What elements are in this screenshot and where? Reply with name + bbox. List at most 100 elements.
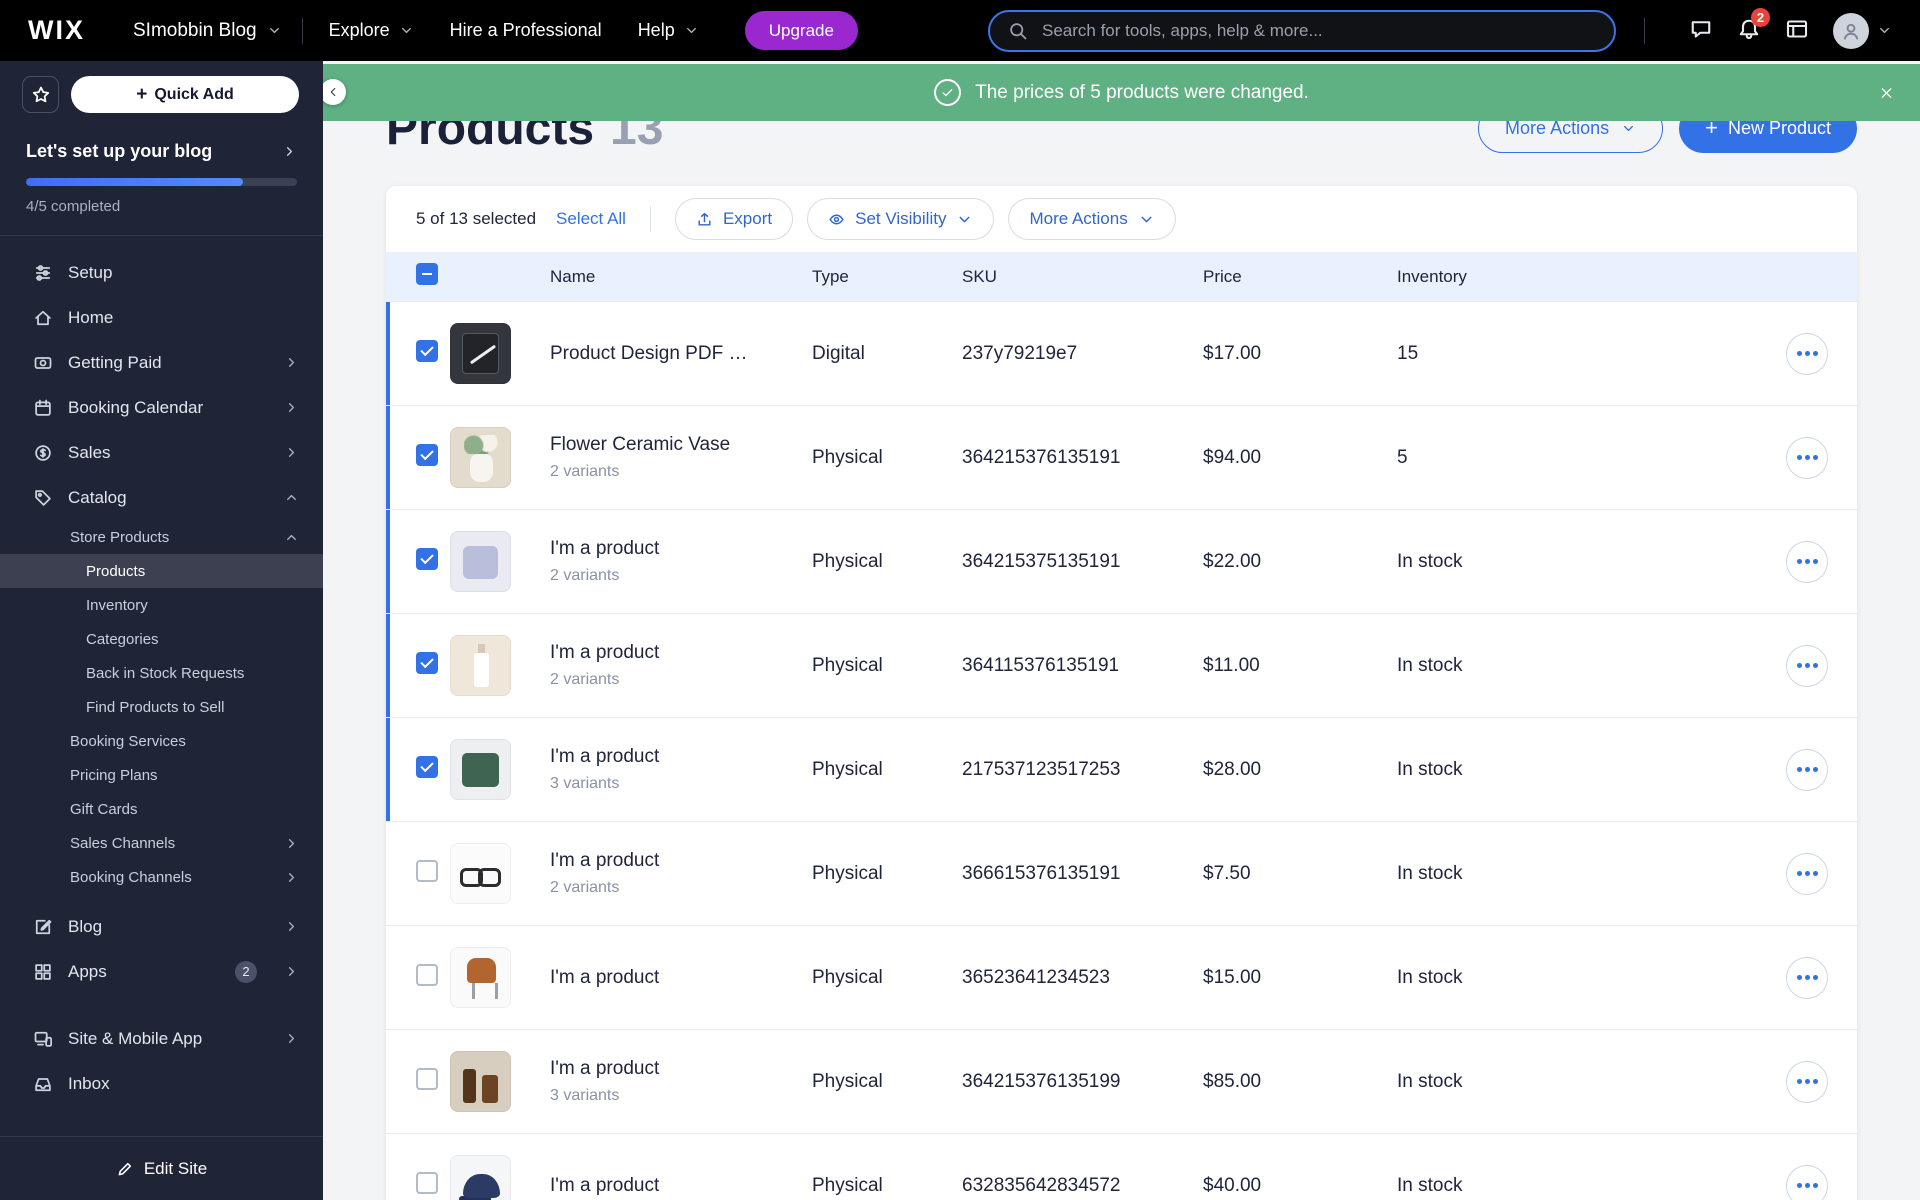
row-actions-button[interactable] bbox=[1786, 332, 1828, 375]
row-actions-button[interactable] bbox=[1786, 436, 1828, 479]
sidebar-item-label: Booking Services bbox=[70, 732, 186, 750]
edit-site-button[interactable]: Edit Site bbox=[110, 1158, 213, 1180]
topbar-nav-hire-a-professional[interactable]: Hire a Professional bbox=[450, 20, 602, 41]
row-checkbox[interactable] bbox=[416, 756, 438, 778]
table-row[interactable]: Product Design PDF … Digital 237y79219e7 $1… bbox=[386, 301, 1857, 405]
sidebar-item-label: Pricing Plans bbox=[70, 766, 158, 784]
row-actions-button[interactable] bbox=[1786, 644, 1828, 687]
chev-up-icon bbox=[284, 530, 299, 545]
row-actions-button[interactable] bbox=[1786, 1164, 1828, 1200]
column-header-name[interactable]: Name bbox=[550, 267, 812, 287]
inbox-icon bbox=[33, 1074, 53, 1094]
apps-icon bbox=[33, 962, 53, 982]
toolbar-more-actions-button[interactable]: More Actions bbox=[1008, 198, 1176, 240]
sidebar-item-setup[interactable]: Setup bbox=[0, 250, 323, 295]
eye-icon bbox=[828, 211, 845, 228]
row-checkbox[interactable] bbox=[416, 444, 438, 466]
select-all-checkbox[interactable] bbox=[416, 263, 438, 285]
row-checkbox[interactable] bbox=[416, 548, 438, 570]
sidebar-item-label: Setup bbox=[68, 262, 113, 282]
sidebar-item-label: Back in Stock Requests bbox=[86, 664, 245, 682]
column-header-price[interactable]: Price bbox=[1203, 267, 1397, 287]
quick-add-button[interactable]: + Quick Add bbox=[71, 76, 299, 113]
wix-logo[interactable]: WIX bbox=[28, 15, 85, 46]
row-checkbox[interactable] bbox=[416, 964, 438, 986]
select-all-link[interactable]: Select All bbox=[556, 209, 626, 229]
row-checkbox[interactable] bbox=[416, 860, 438, 882]
table-row[interactable]: I'm a product 2 variants Physical 364215375… bbox=[386, 509, 1857, 613]
table-row[interactable]: I'm a product Physical 36523641234523 $15.0… bbox=[386, 925, 1857, 1029]
product-name: I'm a product bbox=[550, 966, 660, 988]
star-icon bbox=[31, 85, 51, 105]
search-bar[interactable] bbox=[988, 9, 1616, 52]
upgrade-button[interactable]: Upgrade bbox=[744, 11, 858, 50]
product-price: $85.00 bbox=[1203, 1070, 1262, 1092]
product-sku: 237y79219e7 bbox=[962, 342, 1078, 364]
chev-down-icon bbox=[1877, 23, 1892, 38]
table-row[interactable]: Flower Ceramic Vase 2 variants Physical 364… bbox=[386, 405, 1857, 509]
chat-button[interactable] bbox=[1689, 17, 1713, 44]
panel-button[interactable] bbox=[1785, 17, 1809, 44]
sidebar-item-sales[interactable]: Sales bbox=[0, 430, 323, 475]
nav-item-label: Help bbox=[637, 20, 675, 40]
setup-checklist-card[interactable]: Let's set up your blog 4/5 completed bbox=[0, 113, 323, 215]
home-icon bbox=[33, 308, 53, 328]
topbar-nav-explore[interactable]: Explore bbox=[329, 20, 414, 41]
sidebar-item-gift-cards[interactable]: Gift Cards bbox=[0, 792, 323, 826]
sidebar-item-booking-services[interactable]: Booking Services bbox=[0, 724, 323, 758]
row-actions-button[interactable] bbox=[1786, 748, 1828, 791]
sidebar-item-products[interactable]: Products bbox=[0, 554, 323, 588]
sidebar-item-pricing-plans[interactable]: Pricing Plans bbox=[0, 758, 323, 792]
export-button[interactable]: Export bbox=[674, 198, 794, 240]
row-actions-button[interactable] bbox=[1786, 956, 1828, 999]
sidebar-item-home[interactable]: Home bbox=[0, 295, 323, 340]
search-input[interactable] bbox=[1040, 19, 1596, 42]
column-header-sku[interactable]: SKU bbox=[962, 267, 1203, 287]
row-checkbox[interactable] bbox=[416, 340, 438, 362]
sidebar-item-categories[interactable]: Categories bbox=[0, 622, 323, 656]
sidebar-item-inbox[interactable]: Inbox bbox=[0, 1061, 323, 1106]
row-actions-button[interactable] bbox=[1786, 852, 1828, 895]
banner-close-button[interactable] bbox=[1873, 79, 1900, 106]
table-row[interactable]: I'm a product 3 variants Physical 217537123… bbox=[386, 717, 1857, 821]
site-menu[interactable]: SImobbin Blog bbox=[133, 20, 282, 42]
table-row[interactable]: I'm a product 2 variants Physical 364115376… bbox=[386, 613, 1857, 717]
more-dots-icon bbox=[1804, 1079, 1810, 1084]
product-type: Physical bbox=[812, 966, 883, 988]
sidebar-item-booking-channels[interactable]: Booking Channels bbox=[0, 860, 323, 894]
sidebar-item-store-products[interactable]: Store Products bbox=[0, 520, 323, 554]
sidebar-item-booking-calendar[interactable]: Booking Calendar bbox=[0, 385, 323, 430]
set-visibility-button[interactable]: Set Visibility bbox=[807, 198, 995, 240]
column-header-inventory[interactable]: Inventory bbox=[1397, 267, 1757, 287]
account-menu[interactable] bbox=[1833, 12, 1892, 49]
sidebar-item-label: Catalog bbox=[68, 487, 127, 507]
row-checkbox[interactable] bbox=[416, 652, 438, 674]
sidebar-item-find-products-to-sell[interactable]: Find Products to Sell bbox=[0, 690, 323, 724]
sidebar-item-back-in-stock-requests[interactable]: Back in Stock Requests bbox=[0, 656, 323, 690]
product-sku: 366615376135191 bbox=[962, 862, 1121, 884]
chev-right-icon bbox=[284, 964, 299, 979]
row-actions-button[interactable] bbox=[1786, 1060, 1828, 1103]
sidebar-item-label: Home bbox=[68, 307, 114, 327]
notifications-button[interactable]: 2 bbox=[1737, 8, 1770, 44]
row-checkbox[interactable] bbox=[416, 1068, 438, 1090]
sidebar-item-apps[interactable]: Apps 2 bbox=[0, 949, 323, 994]
sidebar-item-sales-channels[interactable]: Sales Channels bbox=[0, 826, 323, 860]
table-row[interactable]: I'm a product Physical 632835642834572 $40.… bbox=[386, 1133, 1857, 1200]
table-row[interactable]: I'm a product 2 variants Physical 366615376… bbox=[386, 821, 1857, 925]
chev-left-icon bbox=[326, 85, 340, 99]
topbar-nav-help[interactable]: Help bbox=[638, 20, 699, 41]
product-name: I'm a product bbox=[550, 1058, 660, 1079]
product-variants: 2 variants bbox=[550, 671, 620, 688]
row-actions-button[interactable] bbox=[1786, 540, 1828, 583]
table-row[interactable]: I'm a product 3 variants Physical 364215376… bbox=[386, 1029, 1857, 1133]
sidebar-item-getting-paid[interactable]: Getting Paid bbox=[0, 340, 323, 385]
more-dots-icon bbox=[1804, 975, 1810, 980]
favorites-button[interactable] bbox=[22, 76, 59, 113]
sidebar-item-site-mobile-app[interactable]: Site & Mobile App bbox=[0, 1016, 323, 1061]
sidebar-item-blog[interactable]: Blog bbox=[0, 904, 323, 949]
sidebar-item-inventory[interactable]: Inventory bbox=[0, 588, 323, 622]
sidebar-item-catalog[interactable]: Catalog bbox=[0, 475, 323, 520]
row-checkbox[interactable] bbox=[416, 1172, 438, 1194]
column-header-type[interactable]: Type bbox=[812, 267, 962, 287]
